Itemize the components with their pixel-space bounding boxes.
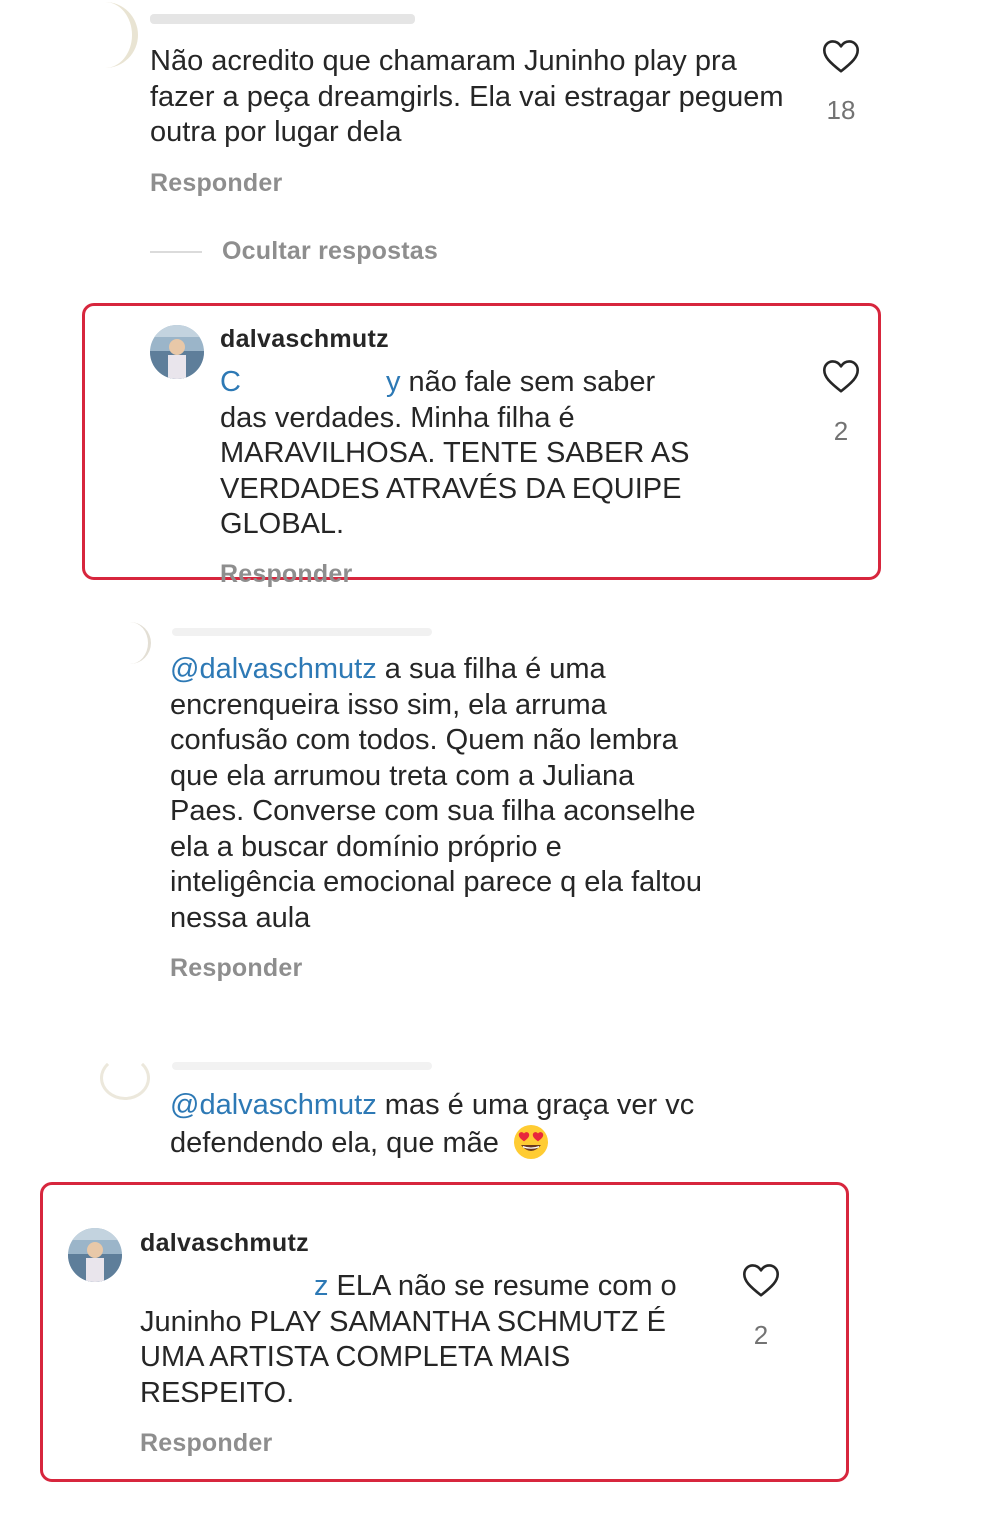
hide-replies-button[interactable]: Ocultar respostas — [222, 237, 438, 266]
like-count: 18 — [826, 95, 856, 125]
username-obscured — [172, 628, 432, 636]
username-obscured — [172, 1062, 432, 1070]
avatar[interactable] — [100, 1056, 150, 1100]
blurred-mention — [241, 366, 386, 398]
reply-text-rest: das verdades. Minha filha é MARAVILHOSA.… — [220, 401, 690, 541]
avatar[interactable] — [68, 1228, 122, 1282]
mention-obscured[interactable]: z — [140, 1270, 329, 1302]
reply-text-line1: não fale sem saber — [400, 366, 656, 398]
username-obscured — [150, 14, 415, 24]
blurred-mention — [140, 1270, 314, 1302]
mention-obscured[interactable]: C y — [220, 366, 400, 398]
username[interactable]: dalvaschmutz — [140, 1229, 309, 1258]
reply-button[interactable]: Responder — [170, 954, 302, 983]
like-count: 2 — [833, 416, 849, 446]
reply-button[interactable]: Responder — [220, 560, 352, 589]
reply-text: C y não fale sem saber das verdades. Min… — [220, 365, 780, 543]
avatar[interactable] — [150, 325, 204, 379]
heart-eyes-emoji — [514, 1124, 549, 1159]
like-count: 2 — [753, 1320, 769, 1350]
reply-button[interactable]: Responder — [150, 169, 282, 198]
heart-outline-icon[interactable] — [741, 1262, 781, 1298]
reply-text-body: a sua filha é uma encrenqueira isso sim,… — [170, 653, 703, 934]
mention-link[interactable]: @dalvaschmutz — [170, 653, 377, 685]
comment-text: Não acredito que chamaram Juninho play p… — [150, 45, 784, 148]
heart-outline-icon[interactable] — [821, 38, 861, 74]
avatar-photo — [68, 1228, 122, 1282]
username[interactable]: dalvaschmutz — [220, 325, 389, 354]
heart-outline-icon[interactable] — [821, 358, 861, 394]
avatar[interactable] — [96, 2, 138, 68]
reply-text: @dalvaschmutz mas é uma graça ver vc def… — [170, 1088, 730, 1161]
reply-text: @dalvaschmutz a sua filha é uma encrenqu… — [170, 652, 710, 936]
reply-button[interactable]: Responder — [140, 1429, 272, 1458]
mention-link[interactable]: @dalvaschmutz — [170, 1089, 377, 1121]
avatar-photo — [150, 325, 204, 379]
avatar[interactable] — [112, 622, 151, 664]
divider-line — [150, 251, 202, 253]
reply-text: z ELA não se resume com o Juninho PLAY S… — [140, 1269, 700, 1411]
